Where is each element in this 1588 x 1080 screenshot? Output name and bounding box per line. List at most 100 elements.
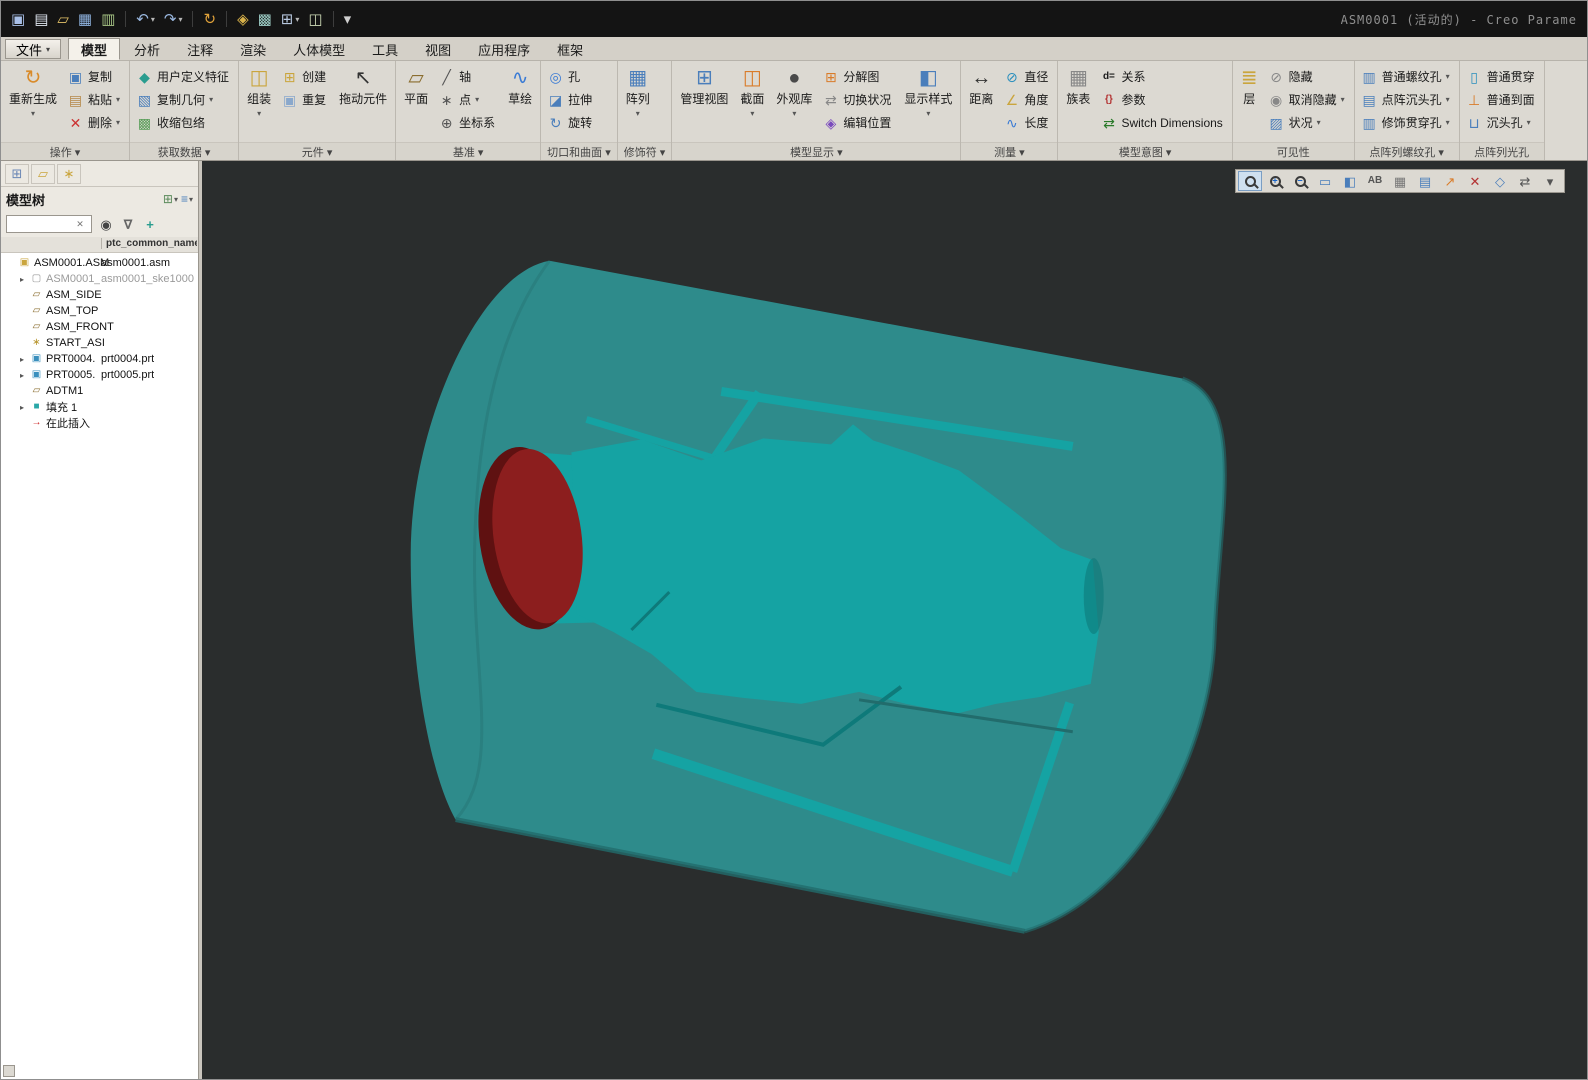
regenerate-button[interactable]: ↻重新生成▾ <box>4 63 62 140</box>
display-style-view-button[interactable]: ◧ <box>1338 171 1362 191</box>
appearance-gallery-button[interactable]: ●外观库▾ <box>771 63 817 140</box>
tree-item-prt0004[interactable]: ▸▣PRT0004.prt0004.prt <box>1 351 198 367</box>
tree-item-asm-top[interactable]: ▱ASM_TOP <box>1 303 198 319</box>
expand-icon[interactable]: ▸ <box>17 403 27 412</box>
edit-position-button[interactable]: ◈编辑位置 <box>819 111 897 134</box>
tab-view[interactable]: 视图 <box>412 38 464 60</box>
layers-button[interactable]: ≣层 <box>1236 63 1263 140</box>
capture-button[interactable]: ▩ <box>254 10 276 29</box>
window-button[interactable]: ▣ <box>7 10 29 29</box>
undo-button[interactable]: ↶▾ <box>132 10 159 29</box>
zoom-window-button[interactable] <box>1238 171 1262 191</box>
tree-column-header[interactable]: ptc_common_name <box>101 238 197 249</box>
create-button[interactable]: ⊞创建 <box>278 65 332 88</box>
distance-button[interactable]: ↔距离 <box>964 63 998 140</box>
pattern-counterbore-hole-button[interactable]: ▤点阵沉头孔▾ <box>1358 88 1456 111</box>
pattern-button[interactable]: ▦阵列▾ <box>621 63 655 140</box>
save-button[interactable]: ▦ <box>74 10 96 29</box>
drag-components-button[interactable]: ↖拖动元件 <box>334 63 392 140</box>
view-options-button[interactable]: ▾ <box>1538 171 1562 191</box>
tab-tools[interactable]: 工具 <box>359 38 411 60</box>
hole-button[interactable]: ◎孔 <box>544 65 598 88</box>
display-style-button[interactable]: ◧显示样式▾ <box>899 63 957 140</box>
delete-button[interactable]: ✕删除▾ <box>64 111 126 134</box>
add-filter-button[interactable]: + <box>140 214 160 234</box>
panel-corner-grip[interactable] <box>3 1065 15 1077</box>
datum-display-button[interactable]: AB <box>1363 171 1387 191</box>
tree-item-asm0001-skeleton[interactable]: ▸▢ASM0001_asm0001_ske1000 <box>1 271 198 287</box>
export-button[interactable]: ▥ <box>97 10 119 29</box>
status-button[interactable]: ▨状况▾ <box>1265 111 1351 134</box>
tree-item-adtm1[interactable]: ▱ADTM1 <box>1 383 198 399</box>
plane-button[interactable]: ▱平面 <box>399 63 433 140</box>
length-button[interactable]: ∿长度 <box>1000 111 1054 134</box>
hide-button[interactable]: ⊘隐藏 <box>1265 65 1351 88</box>
to-surface-hole-button[interactable]: ⊥普通到面 <box>1463 88 1541 111</box>
open-button[interactable]: ▱ <box>53 10 73 29</box>
graphics-area[interactable]: +−▭◧AB▦▤↗✕◇⇄▾ <box>202 161 1587 1079</box>
tree-search-input[interactable] <box>7 217 73 232</box>
new-window-button[interactable]: ◫ <box>304 10 326 29</box>
toolbar-options-button[interactable]: ▾ <box>340 10 356 29</box>
ribbon-group-label[interactable]: 点阵列螺纹孔 ▾ <box>1355 142 1459 160</box>
dragger-button[interactable]: ◇ <box>1488 171 1512 191</box>
revolve-button[interactable]: ↻旋转 <box>544 111 598 134</box>
capture-view-button[interactable]: ▦ <box>1388 171 1412 191</box>
family-table-button[interactable]: ▦族表 <box>1061 63 1095 140</box>
tree-item-asm-side[interactable]: ▱ASM_SIDE <box>1 287 198 303</box>
refit-button[interactable]: ▭ <box>1313 171 1337 191</box>
windows-button[interactable]: ⊞▾ <box>277 10 304 29</box>
tree-item-fill-1[interactable]: ▸■填充 1 <box>1 399 198 415</box>
ribbon-group-label[interactable]: 获取数据 ▾ <box>130 142 238 160</box>
diameter-button[interactable]: ⊘直径 <box>1000 65 1054 88</box>
point-button[interactable]: ∗点▾ <box>435 88 501 111</box>
new-file-button[interactable]: ▤ <box>30 10 52 29</box>
parameters-button[interactable]: {}参数 <box>1097 88 1228 111</box>
model-canvas[interactable] <box>202 161 1587 1079</box>
tab-analysis[interactable]: 分析 <box>121 38 173 60</box>
clear-search-icon[interactable]: ✕ <box>73 219 87 230</box>
angle-button[interactable]: ∠角度 <box>1000 88 1054 111</box>
file-menu-button[interactable]: 文件 ▾ <box>5 39 61 59</box>
extrude-button[interactable]: ◪拉伸 <box>544 88 598 111</box>
ribbon-group-label[interactable]: 模型意图 ▾ <box>1058 142 1231 160</box>
redo-button[interactable]: ↷▾ <box>160 10 187 29</box>
find-button[interactable]: ◉ <box>96 214 116 234</box>
tab-annotate[interactable]: 注释 <box>174 38 226 60</box>
copy-button[interactable]: ▣复制 <box>64 65 126 88</box>
filter-button[interactable]: ∇ <box>118 214 138 234</box>
counterbore-hole-button[interactable]: ⊔沉头孔▾ <box>1463 111 1541 134</box>
navigator-tabs-button[interactable]: ⊞ <box>5 164 29 184</box>
reorient-button[interactable]: ↗ <box>1438 171 1462 191</box>
saved-views-button[interactable]: ▤ <box>1413 171 1437 191</box>
tree-item-insert-here[interactable]: →在此插入 <box>1 415 198 431</box>
repaint-button[interactable]: ◈ <box>233 10 253 29</box>
tree-item-start-asi[interactable]: ∗START_ASI <box>1 335 198 351</box>
tab-manikin[interactable]: 人体模型 <box>280 38 358 60</box>
tree-item-asm-front[interactable]: ▱ASM_FRONT <box>1 319 198 335</box>
shrinkwrap-button[interactable]: ▩收缩包络 <box>133 111 235 134</box>
ribbon-group-label[interactable]: 测量 ▾ <box>961 142 1057 160</box>
tree-item-asm0001-asm[interactable]: ▣ASM0001.ASMasm0001.asm <box>1 255 198 271</box>
sketch-button[interactable]: ∿草绘 <box>503 63 537 140</box>
ribbon-group-label[interactable]: 修饰符 ▾ <box>618 142 672 160</box>
repeat-button[interactable]: ▣重复 <box>278 88 332 111</box>
cosmetic-through-hole-button[interactable]: ▥修饰贯穿孔▾ <box>1358 111 1456 134</box>
section-button[interactable]: ◫截面▾ <box>735 63 769 140</box>
expand-icon[interactable]: ▸ <box>17 355 27 364</box>
tab-framework[interactable]: 框架 <box>544 38 596 60</box>
assemble-button[interactable]: ◫组装▾ <box>242 63 276 140</box>
thread-hole-button[interactable]: ▥普通螺纹孔▾ <box>1358 65 1456 88</box>
zoom-in-button[interactable]: + <box>1263 171 1287 191</box>
tab-render[interactable]: 渲染 <box>227 38 279 60</box>
ribbon-group-label[interactable]: 点阵列光孔 <box>1460 142 1544 160</box>
expand-icon[interactable]: ▸ <box>17 371 27 380</box>
zoom-out-button[interactable]: − <box>1288 171 1312 191</box>
ribbon-group-label[interactable]: 模型显示 ▾ <box>672 142 960 160</box>
switch-status-button[interactable]: ⇄切换状况 <box>819 88 897 111</box>
csys-button[interactable]: ⊕坐标系 <box>435 111 501 134</box>
annotations-button[interactable]: ✕ <box>1463 171 1487 191</box>
relations-button[interactable]: d=关系 <box>1097 65 1228 88</box>
folder-browser-button[interactable]: ▱ <box>31 164 55 184</box>
tree-display-button[interactable]: ≡▾ <box>181 193 193 205</box>
